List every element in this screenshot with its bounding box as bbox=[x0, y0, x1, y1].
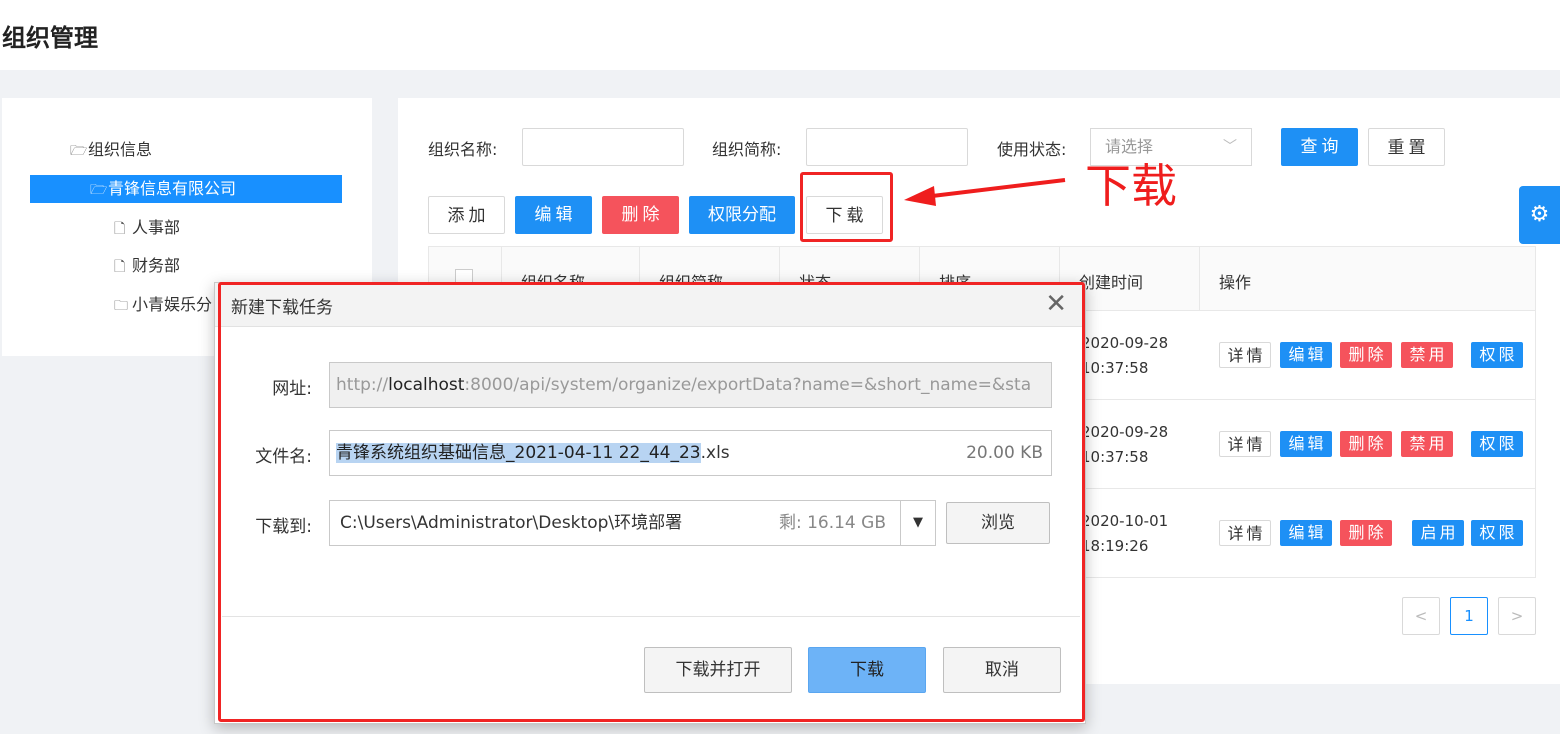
folder-open-icon: 🗁 bbox=[70, 143, 88, 159]
annotation-arrow-icon bbox=[904, 178, 1066, 206]
row-edit-button[interactable]: 编辑 bbox=[1280, 431, 1332, 457]
next-page-button[interactable]: > bbox=[1498, 597, 1536, 635]
permission-button[interactable]: 权限 bbox=[1471, 520, 1523, 546]
tree-item-org-info[interactable]: 🗁组织信息 bbox=[70, 136, 152, 164]
enable-button[interactable]: 启用 bbox=[1412, 520, 1464, 546]
permission-button[interactable]: 权限 bbox=[1471, 342, 1523, 368]
row-edit-button[interactable]: 编辑 bbox=[1280, 342, 1332, 368]
folder-icon: 🗀 bbox=[114, 298, 128, 314]
created-cell: 2020-09-28 10:37:58 bbox=[1081, 423, 1169, 466]
tree-item-company[interactable]: 🗁青锋信息有限公司 bbox=[30, 175, 342, 203]
org-name-label: 组织名称: bbox=[428, 140, 498, 159]
chevron-down-icon: ﹀ bbox=[1223, 139, 1237, 155]
page-header: 组织管理 bbox=[0, 0, 1560, 70]
annotation-highlight-box bbox=[800, 172, 893, 242]
row-delete-button[interactable]: 删除 bbox=[1340, 520, 1392, 546]
row-delete-button[interactable]: 删除 bbox=[1340, 431, 1392, 457]
th-created: 创建时间 bbox=[1079, 273, 1144, 292]
page-title: 组织管理 bbox=[2, 24, 98, 52]
annotation-label: 下载 bbox=[1085, 159, 1177, 213]
query-button[interactable]: 查询 bbox=[1281, 128, 1358, 166]
reset-button[interactable]: 重置 bbox=[1368, 128, 1445, 166]
assign-permissions-button[interactable]: 权限分配 bbox=[689, 196, 795, 234]
add-button[interactable]: 添加 bbox=[428, 196, 505, 234]
created-cell: 2020-10-01 18:19:26 bbox=[1081, 512, 1169, 555]
org-name-input[interactable] bbox=[522, 128, 684, 166]
th-actions: 操作 bbox=[1219, 273, 1252, 292]
org-short-input[interactable] bbox=[806, 128, 968, 166]
edit-button[interactable]: 编辑 bbox=[515, 196, 592, 234]
file-icon: 🗋 bbox=[114, 259, 126, 275]
disable-button[interactable]: 禁用 bbox=[1401, 431, 1453, 457]
permission-button[interactable]: 权限 bbox=[1471, 431, 1523, 457]
delete-button[interactable]: 删除 bbox=[602, 196, 679, 234]
page-1-button[interactable]: 1 bbox=[1450, 597, 1488, 635]
detail-button[interactable]: 详情 bbox=[1219, 431, 1271, 457]
tree-item-entertainment[interactable]: 🗀 小青娱乐分 bbox=[114, 291, 212, 319]
disable-button[interactable]: 禁用 bbox=[1401, 342, 1453, 368]
row-edit-button[interactable]: 编辑 bbox=[1280, 520, 1332, 546]
status-label: 使用状态: bbox=[997, 140, 1067, 159]
tree-item-hr[interactable]: 🗋 人事部 bbox=[114, 214, 180, 242]
file-icon: 🗋 bbox=[114, 221, 126, 237]
created-cell: 2020-09-28 10:37:58 bbox=[1081, 334, 1169, 377]
row-delete-button[interactable]: 删除 bbox=[1340, 342, 1392, 368]
annotation-dialog-frame bbox=[218, 282, 1085, 722]
tree-item-finance[interactable]: 🗋 财务部 bbox=[114, 252, 180, 280]
detail-button[interactable]: 详情 bbox=[1219, 520, 1271, 546]
settings-gear-icon[interactable]: ⚙ bbox=[1519, 186, 1560, 244]
org-short-label: 组织简称: bbox=[712, 140, 782, 159]
folder-open-icon: 🗁 bbox=[90, 182, 108, 198]
prev-page-button[interactable]: < bbox=[1402, 597, 1440, 635]
detail-button[interactable]: 详情 bbox=[1219, 342, 1271, 368]
